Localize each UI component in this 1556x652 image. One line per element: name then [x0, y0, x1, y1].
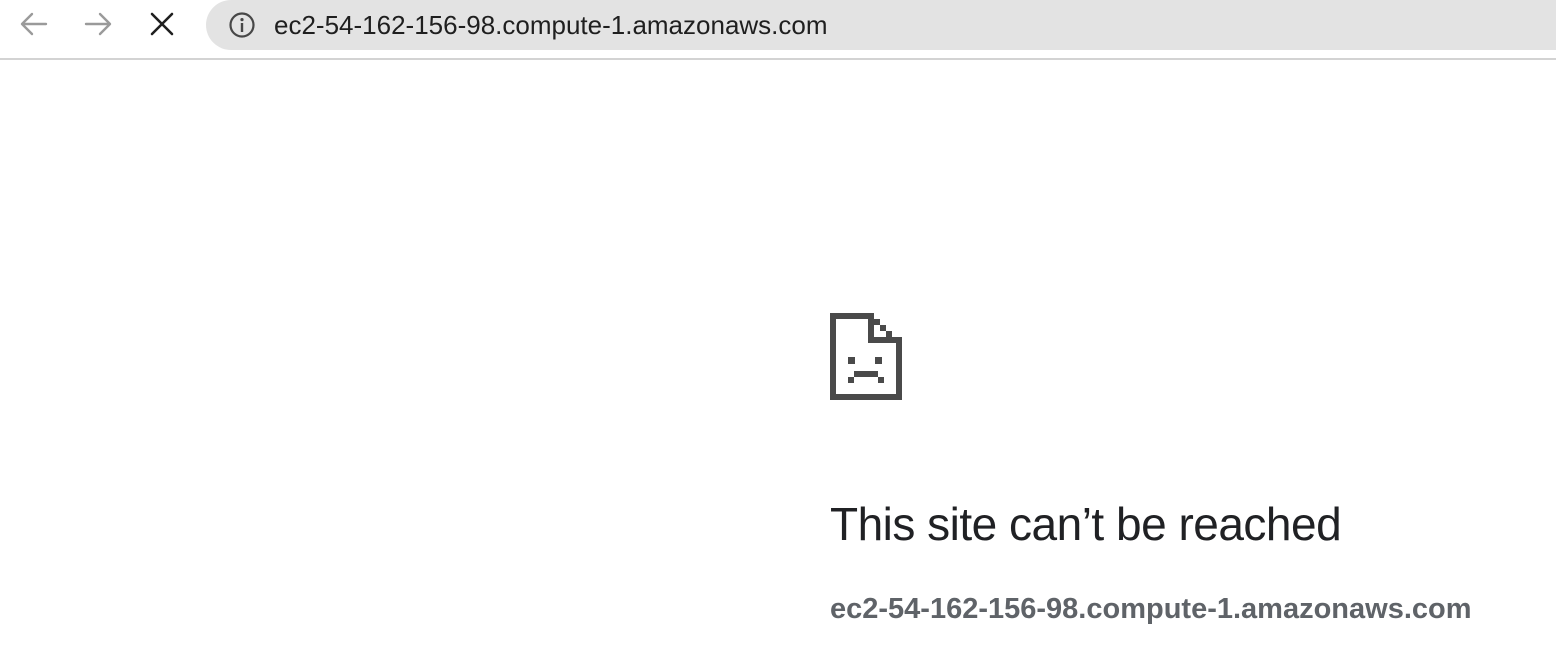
info-icon[interactable]	[228, 11, 256, 39]
arrow-left-icon	[20, 12, 48, 36]
arrow-right-icon	[84, 12, 112, 36]
sad-page-icon	[830, 313, 902, 400]
error-title: This site can’t be reached	[830, 498, 1342, 550]
stop-loading-button[interactable]	[142, 4, 182, 44]
back-button[interactable]	[14, 4, 54, 44]
close-icon	[150, 12, 174, 36]
browser-toolbar: ec2-54-162-156-98.compute-1.amazonaws.co…	[0, 0, 1556, 60]
forward-button[interactable]	[78, 4, 118, 44]
address-bar-url[interactable]: ec2-54-162-156-98.compute-1.amazonaws.co…	[274, 9, 828, 41]
address-bar[interactable]: ec2-54-162-156-98.compute-1.amazonaws.co…	[206, 0, 1556, 50]
error-host: ec2-54-162-156-98.compute-1.amazonaws.co…	[830, 593, 1472, 625]
